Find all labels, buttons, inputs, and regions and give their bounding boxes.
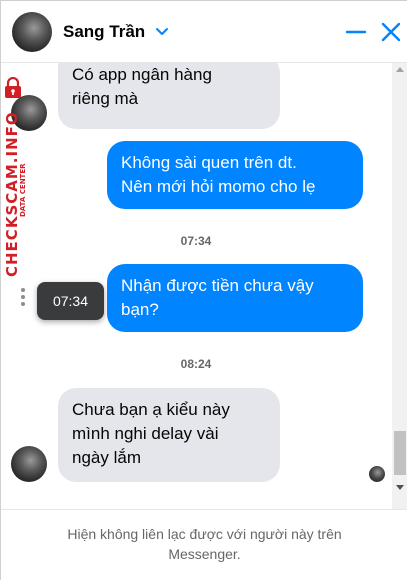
watermark: CHECKSCAM.INFO DATA CENTER [1, 77, 27, 277]
chevron-down-icon[interactable] [154, 23, 170, 39]
sender-avatar[interactable] [11, 446, 47, 482]
contact-avatar[interactable] [12, 12, 52, 52]
watermark-text: CHECKSCAM.INFO [3, 111, 21, 277]
timestamp-divider: 07:34 [180, 234, 212, 248]
message-text: Nên mới hỏi momo cho lẹ [121, 177, 316, 196]
message-text: Nhận được tiền chưa vậy [121, 276, 314, 295]
message-bubble-incoming[interactable]: Có app ngân hàng riêng mà [58, 63, 280, 129]
message-text: Có app ngân hàng [72, 65, 212, 84]
message-text: bạn? [121, 300, 159, 319]
timestamp-divider: 08:24 [180, 357, 212, 371]
lock-icon [5, 77, 21, 98]
chat-header: Sang Trần [1, 1, 407, 63]
watermark-subtext: DATA CENTER [19, 163, 27, 218]
scroll-up-icon[interactable] [396, 67, 404, 72]
message-text: mình nghi delay vài [72, 424, 219, 443]
message-text: Không sài quen trên dt. [121, 153, 297, 172]
message-list[interactable]: Có app ngân hàng riêng mà Không sài quen… [1, 63, 407, 509]
message-bubble-outgoing[interactable]: Không sài quen trên dt. Nên mới hỏi momo… [107, 141, 363, 209]
unavailable-notice: Hiện không liên lạc được với người này t… [67, 526, 342, 562]
message-bubble-incoming[interactable]: Chưa bạn ạ kiểu này mình nghi delay vài … [58, 388, 280, 482]
chat-window: Sang Trần Có app ngân hàng riêng mà Khôn… [0, 0, 407, 580]
minimize-icon[interactable] [345, 21, 367, 43]
chat-footer: Hiện không liên lạc được với người này t… [1, 509, 407, 580]
read-receipt-avatar [369, 466, 385, 482]
scrollbar-thumb[interactable] [394, 431, 406, 475]
more-options-icon[interactable] [20, 288, 26, 308]
message-text: ngày lắm [72, 448, 141, 467]
close-icon[interactable] [379, 20, 403, 44]
message-text: riêng mà [72, 89, 139, 108]
scroll-down-icon[interactable] [396, 485, 404, 490]
time-tooltip: 07:34 [37, 282, 104, 320]
contact-name[interactable]: Sang Trần [63, 21, 145, 43]
message-text: Chưa bạn ạ kiểu này [72, 400, 230, 419]
message-bubble-outgoing[interactable]: Nhận được tiền chưa vậy bạn? [107, 264, 363, 332]
